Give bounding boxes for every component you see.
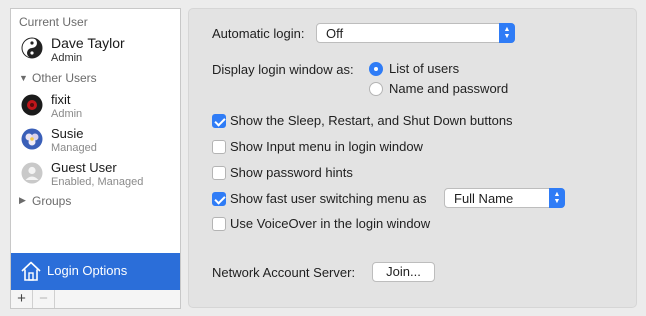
guest-avatar-icon <box>21 162 43 184</box>
current-user-header: Current User <box>19 15 88 29</box>
checkbox-label-use-voiceover[interactable]: Use VoiceOver in the login window <box>230 216 430 231</box>
checkbox-use-voiceover[interactable] <box>212 217 226 231</box>
radio-label-name-and-password[interactable]: Name and password <box>389 81 508 96</box>
other-users-header: Other Users <box>32 71 97 85</box>
radio-list-of-users[interactable] <box>369 62 383 76</box>
user-row-dave-taylor[interactable]: Dave Taylor Admin <box>11 31 180 65</box>
checkbox-show-password-hints[interactable] <box>212 166 226 180</box>
disclosure-open-icon[interactable]: ▼ <box>19 73 28 83</box>
checkbox-show-sleep-restart[interactable] <box>212 114 226 128</box>
checkbox-fast-user-switching[interactable] <box>212 192 226 206</box>
remove-user-button[interactable]: − <box>33 290 55 308</box>
users-sidebar: Current User Dave Taylor Admin ▼ Other U… <box>10 8 181 292</box>
yin-yang-icon <box>21 37 43 59</box>
sidebar-bottom-bar: + − <box>10 290 181 309</box>
add-user-button[interactable]: + <box>11 290 33 308</box>
user-name: Dave Taylor <box>51 35 125 51</box>
automatic-login-value: Off <box>326 26 344 41</box>
user-name: fixit <box>51 92 71 107</box>
checkbox-show-input-menu[interactable] <box>212 140 226 154</box>
radio-label-list-of-users[interactable]: List of users <box>389 61 459 76</box>
checkbox-label-fast-user-switching[interactable]: Show fast user switching menu as <box>230 191 427 206</box>
automatic-login-label: Automatic login: <box>212 26 305 41</box>
popup-arrows-icon: ▲ ▼ <box>549 188 565 208</box>
popup-arrows-icon: ▲ ▼ <box>499 23 515 43</box>
automatic-login-popup[interactable]: Off ▲ ▼ <box>316 23 515 43</box>
user-row-susie[interactable]: Susie Managed <box>11 123 180 157</box>
user-name: Susie <box>51 126 84 141</box>
checkbox-label-show-password-hints[interactable]: Show password hints <box>230 165 353 180</box>
login-options-item[interactable]: Login Options <box>11 253 180 291</box>
avatar-red-icon <box>21 94 43 116</box>
user-role: Admin <box>51 108 83 120</box>
user-role: Managed <box>51 142 97 154</box>
user-row-fixit[interactable]: fixit Admin <box>11 89 180 123</box>
user-row-guest-user[interactable]: Guest User Enabled, Managed <box>11 157 180 191</box>
avatar-flower-icon <box>21 128 43 150</box>
disclosure-closed-icon[interactable]: ▶ <box>19 195 26 206</box>
network-server-label: Network Account Server: <box>212 265 356 280</box>
display-login-label: Display login window as: <box>212 62 354 77</box>
user-role: Enabled, Managed <box>51 176 144 188</box>
login-options-panel: Automatic login: Off ▲ ▼ Display login wi… <box>188 8 637 308</box>
user-role: Admin <box>51 52 83 64</box>
login-options-label: Login Options <box>47 263 128 278</box>
checkbox-label-show-sleep-restart[interactable]: Show the Sleep, Restart, and Shut Down b… <box>230 113 513 128</box>
radio-name-and-password[interactable] <box>369 82 383 96</box>
groups-header[interactable]: Groups <box>32 194 71 208</box>
user-name: Guest User <box>51 160 117 175</box>
fast-switch-value: Full Name <box>454 191 514 206</box>
fast-switch-popup[interactable]: Full Name ▲ ▼ <box>444 188 565 208</box>
join-button[interactable]: Join... <box>372 262 435 282</box>
checkbox-label-show-input-menu[interactable]: Show Input menu in login window <box>230 139 423 154</box>
house-icon <box>21 261 41 281</box>
